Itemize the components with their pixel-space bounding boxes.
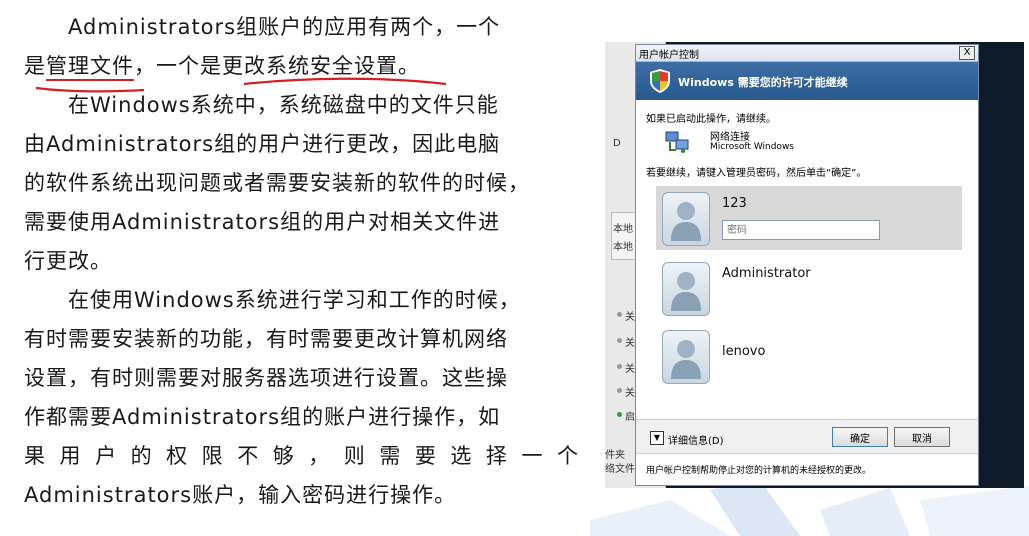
user-tile-administrator[interactable]: Administrator: [656, 256, 962, 320]
user-name: 123: [722, 196, 747, 211]
password-input[interactable]: [722, 220, 880, 240]
status-text: 用户帐户控制帮助停止对您的计算机的未经授权的更改。: [646, 466, 872, 476]
bg-text: 络文件: [605, 464, 635, 475]
bg-text: D: [613, 138, 621, 149]
intro-text: 如果已启动此操作，请继续。: [646, 114, 776, 125]
bullet-icon: [617, 338, 622, 343]
dialog-statusbar: 用户帐户控制帮助停止对您的计算机的未经授权的更改。: [636, 453, 978, 484]
cancel-button[interactable]: 取消: [894, 427, 950, 447]
program-name: 网络连接: [710, 132, 750, 143]
paragraph-3-line-1: 在使用Windows系统进行学习和工作的时候，: [68, 288, 521, 312]
dialog-footer: ▼ 详细信息(D) 确定 取消: [636, 419, 978, 454]
instruction-text: 若要继续，请键入管理员密码，然后单击“确定”。: [646, 168, 867, 179]
text-fragment: 是: [24, 54, 46, 78]
paragraph-2-line-3: 的软件系统出现问题或者需要安装新的软件的时候，: [24, 171, 530, 195]
uac-dialog: 用户帐户控制 X Windows 需要您的许可才能继续 如果已启动此操作，请继续…: [635, 44, 979, 486]
paragraph-2-line-2: 由Administrators组的用户进行更改，因此电脑: [24, 132, 501, 156]
background-decoration: [590, 480, 1029, 536]
user-avatar-icon: [662, 330, 710, 384]
program-publisher: Microsoft Windows: [710, 142, 794, 152]
bg-text: 关: [625, 388, 635, 399]
paragraph-3-line-3: 设置，有时则需要对服务器选项进行设置。这些操: [24, 366, 508, 390]
user-avatar-icon: [662, 262, 710, 316]
user-name: Administrator: [722, 266, 811, 281]
underlined-change-security: 更改系统安全设置: [222, 54, 398, 78]
user-name: lenovo: [722, 344, 766, 359]
paragraph-3-line-6: Administrators账户，输入密码进行操作。: [24, 483, 457, 507]
details-label[interactable]: 详细信息(D): [668, 432, 724, 447]
bg-text: 关: [625, 364, 635, 375]
paragraph-1-line-1: Administrators组账户的应用有两个，一个: [68, 15, 501, 39]
underlined-manage-files: 管理文件: [46, 54, 134, 78]
bg-text: 启: [625, 412, 635, 423]
bg-text: 件夹: [605, 450, 625, 461]
dialog-title: 用户帐户控制: [639, 50, 699, 61]
banner-text: Windows 需要您的许可才能继续: [678, 76, 848, 89]
article: Administrators组账户的应用有两个，一个 是管理文件，一个是更改系统…: [24, 8, 584, 515]
paragraph-1-line-2: 是管理文件，一个是更改系统安全设置。: [24, 47, 584, 86]
text-fragment: 。: [398, 54, 420, 78]
dialog-titlebar: 用户帐户控制 X: [636, 45, 978, 62]
paragraph-3-line-2: 有时需要安装新的功能，有时需要更改计算机网络: [24, 327, 508, 351]
paragraph-3-line-5: 果用户的权限不够，则需要选择一个: [24, 444, 584, 468]
uac-banner: Windows 需要您的许可才能继续: [636, 62, 978, 100]
close-button[interactable]: X: [959, 46, 975, 60]
uac-shield-icon: [650, 69, 670, 93]
uac-screenshot: D 本地 本地 关 关 关 关 启 件夹 络文件 用户帐户控制 X Window…: [605, 42, 1024, 488]
details-chevron-down-icon[interactable]: ▼: [650, 431, 664, 445]
user-tile-123[interactable]: 123: [656, 186, 962, 250]
paragraph-2-line-1: 在Windows系统中，系统磁盘中的文件只能: [68, 93, 499, 117]
bullet-icon: [617, 412, 622, 417]
bg-text: 本地: [613, 224, 633, 235]
user-avatar-icon: [662, 192, 710, 246]
bullet-icon: [617, 388, 622, 393]
bullet-icon: [617, 364, 622, 369]
paragraph-2-line-5: 行更改。: [24, 249, 112, 273]
ok-button[interactable]: 确定: [832, 427, 888, 447]
bg-text: 关: [625, 312, 635, 323]
bullet-icon: [617, 312, 622, 317]
paragraph-3-line-4: 作都需要Administrators组的账户进行操作，如: [24, 405, 501, 429]
paragraph-2-line-4: 需要使用Administrators组的用户对相关文件进: [24, 210, 501, 234]
network-connections-icon: [665, 131, 689, 153]
bg-text: 关: [625, 338, 635, 349]
bg-text: 本地: [613, 242, 633, 253]
text-fragment: ，一个是: [134, 54, 222, 78]
user-tile-lenovo[interactable]: lenovo: [656, 324, 962, 388]
